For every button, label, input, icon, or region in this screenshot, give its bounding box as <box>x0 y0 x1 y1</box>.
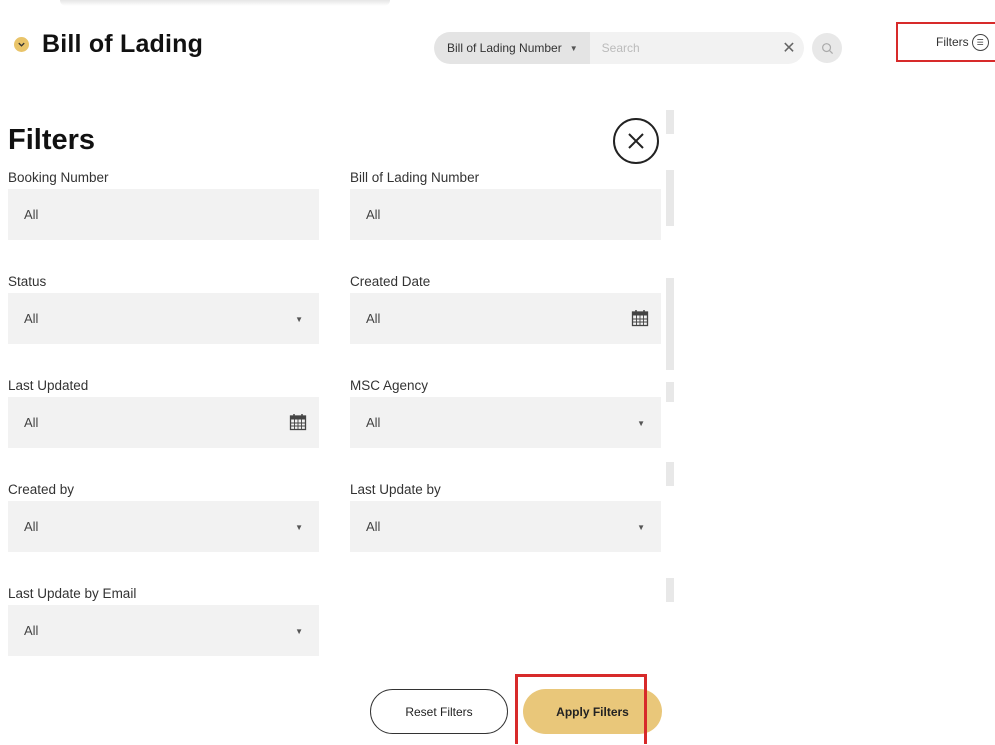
bill-of-lading-number-field[interactable]: All <box>350 189 661 240</box>
chevron-down-icon[interactable] <box>14 37 29 52</box>
reset-filters-button[interactable]: Reset Filters <box>370 689 508 734</box>
filter-sliders-icon: ☰ <box>971 33 989 51</box>
last-update-by-email-label: Last Update by Email <box>8 586 137 601</box>
calendar-icon[interactable] <box>631 309 649 327</box>
field-value: All <box>366 207 381 222</box>
caret-down-icon: ▼ <box>637 523 645 532</box>
status-dropdown[interactable]: All ▼ <box>8 293 319 344</box>
field-value: All <box>366 311 381 326</box>
created-date-label: Created Date <box>350 274 431 289</box>
search-input[interactable] <box>589 40 774 56</box>
caret-down-icon: ▼ <box>569 43 578 53</box>
page-title: Bill of Lading <box>42 30 204 58</box>
last-update-by-email-dropdown[interactable]: All ▼ <box>8 605 319 656</box>
field-value: All <box>24 623 39 638</box>
caret-down-icon: ▼ <box>295 315 303 324</box>
clear-icon[interactable]: ✕ <box>774 38 804 58</box>
close-icon <box>628 133 644 149</box>
field-value: All <box>24 519 39 534</box>
field-value: All <box>366 415 381 430</box>
calendar-icon[interactable] <box>289 413 307 431</box>
search-button[interactable] <box>812 33 842 63</box>
booking-number-field[interactable]: All <box>8 189 319 240</box>
last-update-by-label: Last Update by <box>350 482 441 497</box>
bill-of-lading-number-label: Bill of Lading Number <box>350 170 480 185</box>
last-update-by-dropdown[interactable]: All ▼ <box>350 501 661 552</box>
filters-toggle-label: Filters <box>936 35 969 49</box>
close-button[interactable] <box>613 118 659 164</box>
field-value: All <box>24 207 39 222</box>
booking-number-label: Booking Number <box>8 170 109 185</box>
created-by-dropdown[interactable]: All ▼ <box>8 501 319 552</box>
search-bar: Bill of Lading Number ▼ ✕ <box>434 32 804 64</box>
page-header: Bill of Lading Bill of Lading Number ▼ ✕… <box>0 0 995 90</box>
caret-down-icon: ▼ <box>295 627 303 636</box>
caret-down-icon: ▼ <box>295 523 303 532</box>
filters-heading: Filters <box>8 124 96 156</box>
created-date-picker[interactable]: All <box>350 293 661 344</box>
last-updated-picker[interactable]: All <box>8 397 319 448</box>
title-wrap: Bill of Lading <box>14 30 203 59</box>
search-type-select[interactable]: Bill of Lading Number ▼ <box>434 32 590 64</box>
field-value: All <box>24 311 39 326</box>
field-value: All <box>366 519 381 534</box>
apply-filters-highlight <box>515 674 647 744</box>
search-type-label: Bill of Lading Number <box>447 41 562 55</box>
msc-agency-dropdown[interactable]: All ▼ <box>350 397 661 448</box>
created-by-label: Created by <box>8 482 75 497</box>
last-updated-label: Last Updated <box>8 378 89 393</box>
msc-agency-label: MSC Agency <box>350 378 429 393</box>
filters-toggle-button[interactable]: Filters ☰ <box>896 22 995 62</box>
search-icon <box>821 42 833 54</box>
background-content-edge <box>666 110 674 730</box>
field-value: All <box>24 415 39 430</box>
caret-down-icon: ▼ <box>637 419 645 428</box>
status-label: Status <box>8 274 47 289</box>
